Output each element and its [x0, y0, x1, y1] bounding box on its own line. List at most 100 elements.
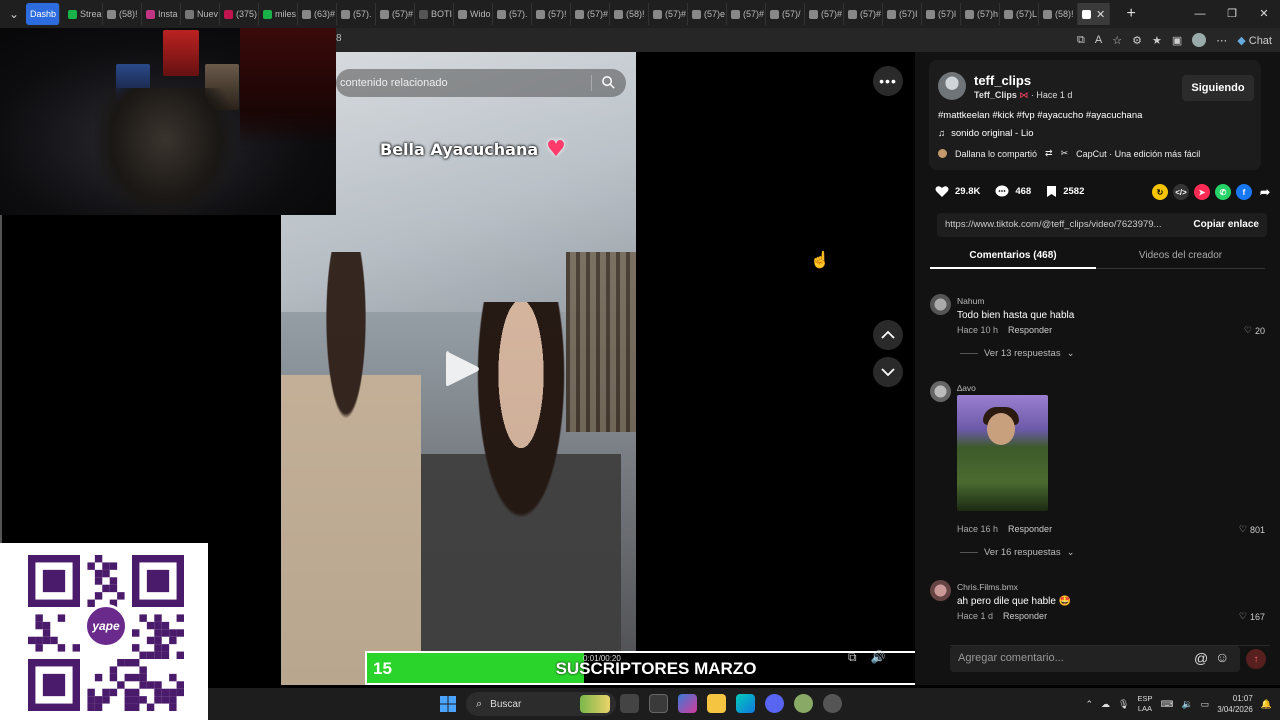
like-action[interactable]: 29.8K — [935, 185, 980, 198]
browser-tab[interactable]: BOTI — [415, 3, 454, 25]
more-options-button[interactable]: ••• — [873, 66, 903, 96]
video-link-url[interactable]: https://www.tiktok.com/@teff_clips/video… — [945, 219, 1161, 230]
browser-tab[interactable]: (57). — [493, 3, 532, 25]
reply-button[interactable]: Responder — [1008, 524, 1052, 534]
browser-tab[interactable]: (57)# — [805, 3, 844, 25]
onedrive-icon[interactable]: ☁ — [1101, 699, 1110, 710]
repost-share-icon[interactable]: ↻ — [1152, 184, 1168, 200]
favorites-icon[interactable]: ★ — [1152, 34, 1162, 47]
clock[interactable]: 01:07 3/04/2026 — [1217, 693, 1253, 715]
tab-creator-videos[interactable]: Videos del creador — [1096, 242, 1265, 269]
mention-icon[interactable]: @ — [1194, 650, 1208, 666]
app-icon-gray[interactable] — [823, 694, 842, 713]
chevron-up-icon[interactable]: ⌃ — [1085, 699, 1093, 710]
more-options-icon[interactable]: ⋯ — [1216, 34, 1227, 47]
emoji-icon[interactable]: ☺ — [1215, 649, 1229, 665]
browser-tab[interactable]: (58)! — [1039, 3, 1078, 25]
browser-tab[interactable]: Insta — [142, 3, 181, 25]
search-icon[interactable] — [601, 75, 616, 90]
favorite-star-icon[interactable]: ☆ — [1112, 34, 1122, 47]
browser-tab[interactable]: (57)/ — [766, 3, 805, 25]
comment-input[interactable]: Agregar comentario... @ ☺ — [950, 646, 1240, 672]
browser-tab[interactable]: miles — [259, 3, 298, 25]
edge-icon[interactable] — [736, 694, 755, 713]
browser-tab-active[interactable]: ✕ — [1078, 3, 1111, 25]
reply-button[interactable]: Responder — [1008, 325, 1052, 335]
share-arrow-icon[interactable]: ➦ — [1257, 184, 1273, 200]
task-view-icon[interactable] — [620, 694, 639, 713]
browser-tab[interactable]: (57)# — [376, 3, 415, 25]
translate-icon[interactable]: A — [1095, 34, 1102, 46]
browser-tab[interactable]: (57). — [337, 3, 376, 25]
comment-like-button[interactable]: ♡ 167 — [1239, 611, 1265, 622]
open-in-app-icon[interactable]: ⧉ — [1077, 34, 1085, 47]
browser-tab[interactable]: Strea — [64, 3, 103, 25]
whatsapp-icon[interactable]: ✆ — [1215, 184, 1231, 200]
previous-video-button[interactable] — [873, 320, 903, 350]
network-icon[interactable]: ⌨ — [1160, 699, 1173, 710]
new-tab-button[interactable]: + — [1120, 5, 1142, 23]
comment-avatar[interactable] — [930, 580, 951, 601]
author-username[interactable]: teff_clips — [974, 73, 1031, 88]
battery-icon[interactable]: ▭ — [1201, 699, 1210, 710]
next-video-button[interactable] — [873, 357, 903, 387]
save-action[interactable]: 2582 — [1046, 185, 1084, 198]
collections-icon[interactable]: ▣ — [1172, 34, 1182, 47]
browser-tab[interactable]: (57)# — [727, 3, 766, 25]
comment-username[interactable]: Chris.Films.bmx — [957, 582, 1018, 592]
browser-tab[interactable]: (57)! — [532, 3, 571, 25]
profile-avatar[interactable] — [1192, 33, 1207, 47]
browser-tab[interactable]: (57)# — [844, 3, 883, 25]
play-icon[interactable] — [442, 347, 482, 391]
comment-username[interactable]: ∆avo — [957, 383, 976, 393]
browser-tab[interactable]: Nuev — [181, 3, 220, 25]
browser-tab[interactable]: (57)e — [688, 3, 727, 25]
microphone-icon[interactable]: 🎙 — [1118, 699, 1129, 710]
comment-like-button[interactable]: ♡ 20 — [1244, 325, 1265, 336]
comment-username[interactable]: Nahum — [957, 296, 984, 306]
copilot-app-icon[interactable] — [678, 694, 697, 713]
store-icon[interactable] — [649, 694, 668, 713]
following-button[interactable]: Siguiendo — [1182, 75, 1254, 101]
volume-icon[interactable]: 🔊 — [871, 650, 886, 665]
comment-sticker-image[interactable] — [957, 395, 1048, 511]
close-window-button[interactable]: ✕ — [1248, 0, 1280, 28]
browser-tab[interactable]: (58)! — [610, 3, 649, 25]
browser-tab[interactable]: (63)# — [298, 3, 337, 25]
language-indicator[interactable]: ESP LAA — [1137, 694, 1152, 714]
copilot-chat-button[interactable]: ◆ Chat — [1237, 34, 1272, 47]
embed-icon[interactable]: </> — [1173, 184, 1189, 200]
maximize-button[interactable]: ❐ — [1216, 0, 1248, 28]
comment-avatar[interactable] — [930, 381, 951, 402]
comment-avatar[interactable] — [930, 294, 951, 315]
view-replies-button[interactable]: Ver 13 respuestas ⌄ — [960, 348, 1075, 359]
browser-tab[interactable]: (57)# — [571, 3, 610, 25]
author-avatar[interactable] — [938, 72, 966, 100]
tab-comments[interactable]: Comentarios (468) — [930, 242, 1096, 269]
volume-icon[interactable]: 🔉 — [1181, 699, 1192, 710]
browser-tab[interactable]: Dashb — [26, 3, 60, 25]
related-search-bar[interactable]: contenido relacionado — [336, 69, 626, 97]
comment-action[interactable]: 468 — [995, 185, 1031, 198]
windows-start-icon[interactable] — [440, 696, 456, 712]
discord-icon[interactable] — [765, 694, 784, 713]
browser-tab[interactable]: (57)h — [961, 3, 1000, 25]
browser-tab[interactable]: (375) — [220, 3, 259, 25]
view-replies-button[interactable]: Ver 16 respuestas ⌄ — [960, 547, 1075, 558]
capcut-link[interactable]: CapCut · Una edición más fácil — [1076, 149, 1200, 159]
reply-button[interactable]: Responder — [1003, 611, 1047, 621]
facebook-icon[interactable]: f — [1236, 184, 1252, 200]
browser-tab[interactable]: (57)L — [1000, 3, 1039, 25]
browser-tab[interactable]: Wido — [454, 3, 493, 25]
app-icon-green[interactable] — [794, 694, 813, 713]
comment-like-button[interactable]: ♡ 801 — [1239, 524, 1265, 535]
send-comment-button[interactable]: ↑ — [1246, 649, 1266, 669]
picture-in-picture-icon[interactable]: ⧉ — [848, 650, 857, 665]
minimize-button[interactable]: — — [1184, 0, 1216, 28]
browser-tab[interactable]: (57)l — [922, 3, 961, 25]
tab-actions-menu-button[interactable]: ⌄ — [2, 2, 26, 26]
file-explorer-icon[interactable] — [707, 694, 726, 713]
copy-link-button[interactable]: Copiar enlace — [1193, 219, 1259, 230]
browser-tab[interactable]: (58)! — [103, 3, 142, 25]
taskbar-search[interactable]: ⌕ Buscar — [466, 692, 616, 716]
